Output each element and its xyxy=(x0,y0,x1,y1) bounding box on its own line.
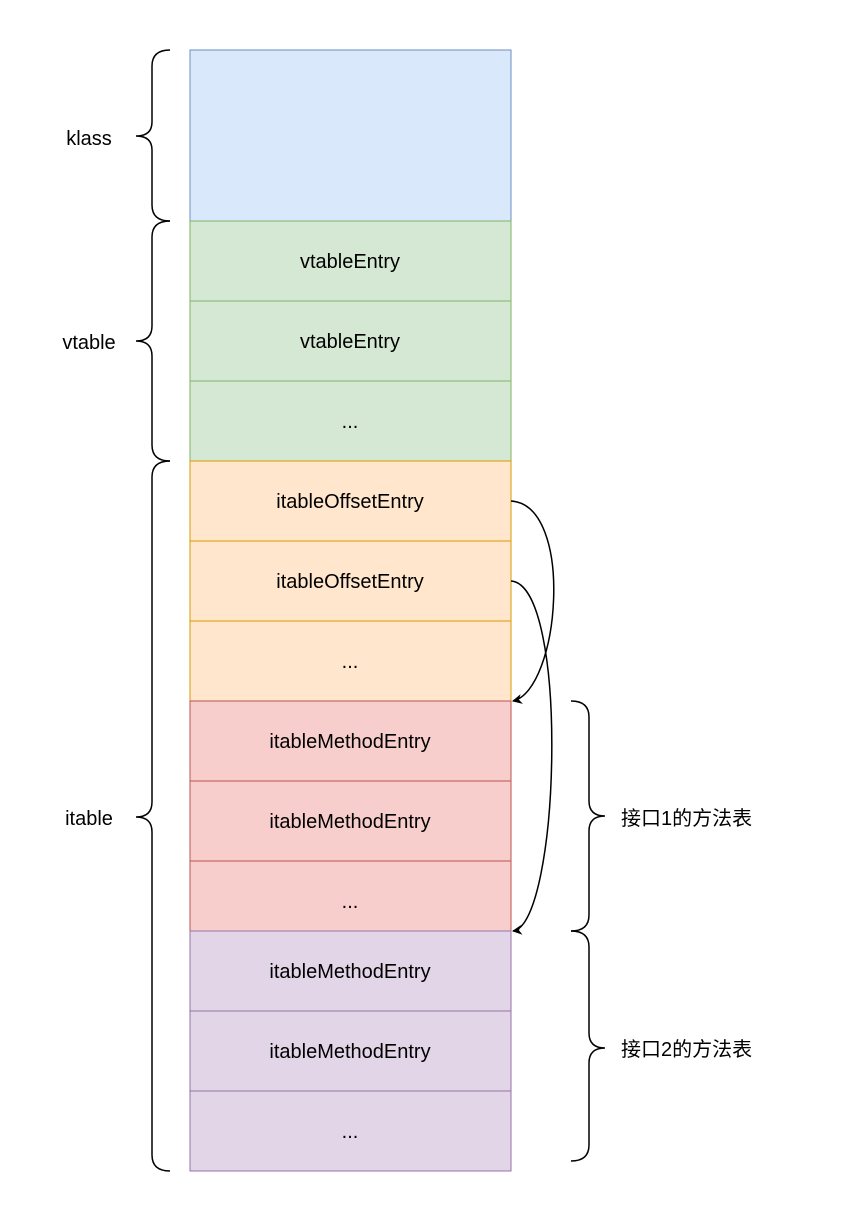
cell-label: itableOffsetEntry xyxy=(276,571,423,593)
cell-label: itableMethodEntry xyxy=(269,961,430,983)
cell-label: itableMethodEntry xyxy=(269,731,430,753)
offset-to-interface2-arrow xyxy=(510,580,553,935)
cell-label: ... xyxy=(342,1121,359,1143)
interface2-brace xyxy=(570,930,606,1162)
cell-label: ... xyxy=(342,411,359,433)
cell-label: vtableEntry xyxy=(300,251,400,273)
cell-label: ... xyxy=(342,651,359,673)
klass-brace xyxy=(135,49,171,222)
cell-label: itableOffsetEntry xyxy=(276,491,423,513)
klass-label: klass xyxy=(66,128,112,150)
cell-label: itableMethodEntry xyxy=(269,811,430,833)
klass-cell xyxy=(189,49,512,222)
itable-layout-diagram: vtableEntry vtableEntry ... itableOffset… xyxy=(62,49,752,1172)
left-labels: klass vtable itable xyxy=(62,128,115,830)
pointer-arrows xyxy=(510,500,555,935)
left-braces xyxy=(135,49,171,1172)
interface1-label: 接口1的方法表 xyxy=(621,807,752,830)
right-braces xyxy=(570,700,606,1162)
cell-label: itableMethodEntry xyxy=(269,1041,430,1063)
cell-label: ... xyxy=(342,891,359,913)
vtable-brace xyxy=(135,220,171,462)
vtable-label: vtable xyxy=(62,332,115,354)
cell-label: vtableEntry xyxy=(300,331,400,353)
table-cells xyxy=(189,49,512,1172)
interface2-label: 接口2的方法表 xyxy=(621,1038,752,1061)
itable-label: itable xyxy=(65,808,113,830)
interface1-brace xyxy=(570,700,606,932)
itable-brace xyxy=(135,460,171,1172)
right-labels: 接口1的方法表 接口2的方法表 xyxy=(621,807,752,1061)
